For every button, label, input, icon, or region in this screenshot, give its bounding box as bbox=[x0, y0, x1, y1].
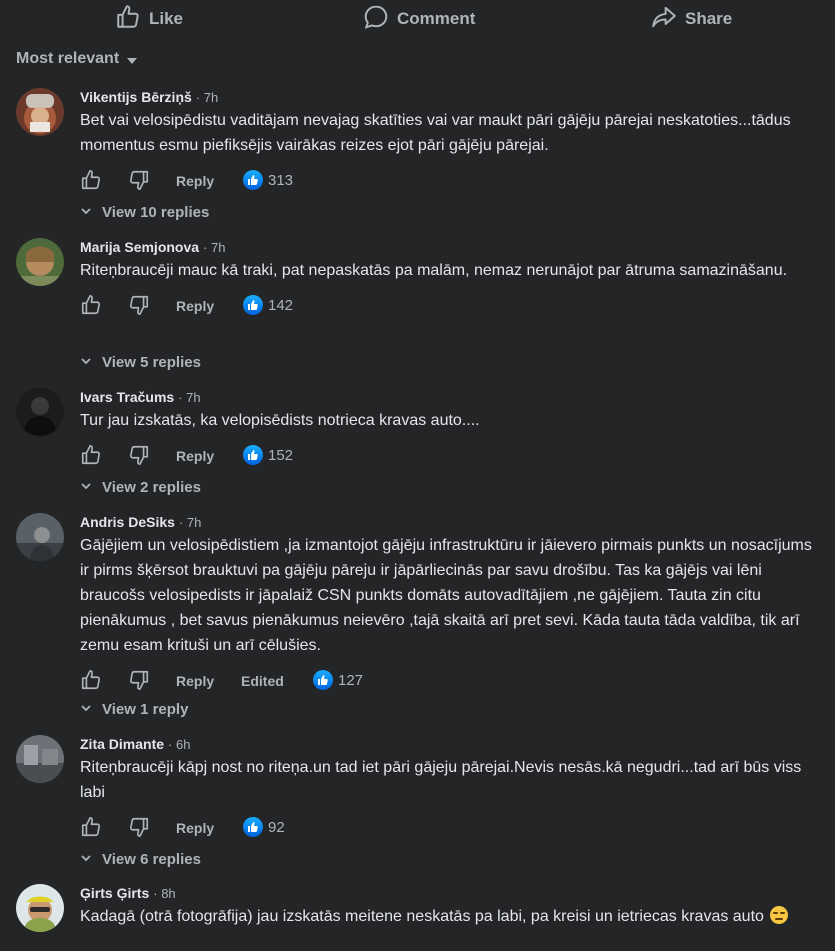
comment-text-content: Kadagā (otrā fotogrāfija) jau izskatās m… bbox=[80, 908, 764, 925]
reaction-count[interactable]: 92 bbox=[243, 817, 285, 837]
speech-bubble-icon bbox=[363, 4, 389, 35]
dislike-icon[interactable] bbox=[128, 816, 150, 838]
comment-text: Riteņbraucēji mauc kā traki, pat nepaska… bbox=[80, 262, 788, 279]
like-button[interactable]: Like bbox=[115, 4, 183, 34]
sort-label: Most relevant bbox=[16, 50, 120, 67]
like-label: Like bbox=[149, 9, 184, 28]
comment-time[interactable]: · 8h bbox=[153, 885, 175, 903]
reply-button[interactable]: Reply bbox=[176, 820, 214, 836]
reaction-number: 152 bbox=[268, 446, 294, 464]
post-action-bar: Like Comment Share bbox=[0, 0, 835, 40]
avatar[interactable] bbox=[16, 884, 64, 932]
thumbs-up-icon bbox=[115, 4, 141, 35]
comment-time[interactable]: · 7h bbox=[178, 389, 200, 407]
comment-author[interactable]: Ģirts Ģirts bbox=[80, 884, 149, 902]
dislike-icon[interactable] bbox=[128, 669, 150, 691]
comment-text: Riteņbraucēji kāpj nost no riteņa.un tad… bbox=[80, 759, 802, 801]
reaction-number: 127 bbox=[338, 671, 364, 689]
view-replies-button[interactable]: View 1 reply bbox=[80, 701, 188, 718]
like-reaction-icon bbox=[243, 445, 263, 465]
reaction-count[interactable]: 142 bbox=[243, 295, 293, 315]
view-replies-label: View 5 replies bbox=[102, 354, 201, 371]
reply-button[interactable]: Reply bbox=[176, 298, 214, 314]
chevron-down-icon bbox=[80, 354, 92, 371]
avatar[interactable] bbox=[16, 513, 64, 561]
comment-sort-dropdown[interactable]: Most relevant bbox=[16, 50, 138, 68]
chevron-down-icon bbox=[80, 479, 92, 496]
view-replies-button[interactable]: View 6 replies bbox=[80, 851, 201, 868]
share-arrow-icon bbox=[651, 4, 677, 35]
comment-text: Bet vai velosipēdistu vaditājam nevajag … bbox=[80, 112, 791, 154]
edited-label[interactable]: Edited bbox=[241, 673, 284, 689]
comment-author[interactable]: Andris DeSiks bbox=[80, 513, 175, 531]
reaction-count[interactable]: 152 bbox=[243, 445, 293, 465]
chevron-down-icon bbox=[80, 701, 92, 718]
reaction-number: 313 bbox=[268, 171, 294, 189]
reply-button[interactable]: Reply bbox=[176, 448, 214, 464]
comment-time[interactable]: · 6h bbox=[168, 736, 190, 754]
avatar[interactable] bbox=[16, 388, 64, 436]
avatar[interactable] bbox=[16, 238, 64, 286]
comment-time[interactable]: · 7h bbox=[179, 514, 201, 532]
like-icon[interactable] bbox=[80, 294, 102, 316]
comment-label: Comment bbox=[397, 9, 476, 28]
reply-button[interactable]: Reply bbox=[176, 173, 214, 189]
view-replies-label: View 10 replies bbox=[102, 204, 210, 221]
comment-text: Tur jau izskatās, ka velopisēdists notri… bbox=[80, 412, 480, 429]
like-reaction-icon bbox=[243, 817, 263, 837]
like-reaction-icon bbox=[313, 670, 333, 690]
reaction-number: 142 bbox=[268, 296, 294, 314]
chevron-down-icon bbox=[80, 851, 92, 868]
like-reaction-icon bbox=[243, 295, 263, 315]
reaction-count[interactable]: 127 bbox=[313, 670, 363, 690]
reply-button[interactable]: Reply bbox=[176, 673, 214, 689]
comment-author[interactable]: Zita Dimante bbox=[80, 735, 164, 753]
view-replies-button[interactable]: View 5 replies bbox=[80, 354, 201, 371]
like-icon[interactable] bbox=[80, 444, 102, 466]
avatar[interactable] bbox=[16, 735, 64, 783]
comment-author[interactable]: Vikentijs Bērziņš bbox=[80, 88, 192, 106]
comment-author[interactable]: Ivars Tračums bbox=[80, 388, 174, 406]
comment-author[interactable]: Marija Semjonova bbox=[80, 238, 199, 256]
reaction-number: 92 bbox=[268, 818, 285, 836]
comment-time[interactable]: · 7h bbox=[196, 89, 218, 107]
comment-text: Gājējiem un velosipēdistiem ,ja izmantoj… bbox=[80, 537, 812, 654]
dislike-icon[interactable] bbox=[128, 294, 150, 316]
comment-button[interactable]: Comment bbox=[363, 4, 475, 34]
chevron-down-icon bbox=[80, 204, 92, 221]
view-replies-button[interactable]: View 2 replies bbox=[80, 479, 201, 496]
comment-time[interactable]: · 7h bbox=[203, 239, 225, 257]
caret-down-icon bbox=[127, 57, 138, 64]
comment-text: Kadagā (otrā fotogrāfija) jau izskatās m… bbox=[80, 904, 820, 929]
view-replies-label: View 2 replies bbox=[102, 479, 201, 496]
share-button[interactable]: Share bbox=[651, 4, 732, 34]
dislike-icon[interactable] bbox=[128, 444, 150, 466]
view-replies-button[interactable]: View 10 replies bbox=[80, 204, 209, 221]
reaction-count[interactable]: 313 bbox=[243, 170, 293, 190]
dislike-icon[interactable] bbox=[128, 169, 150, 191]
expressionless-face-emoji-icon bbox=[770, 906, 789, 924]
like-icon[interactable] bbox=[80, 816, 102, 838]
share-label: Share bbox=[685, 9, 733, 28]
like-reaction-icon bbox=[243, 170, 263, 190]
view-replies-label: View 1 reply bbox=[102, 701, 189, 718]
avatar[interactable] bbox=[16, 88, 64, 136]
like-icon[interactable] bbox=[80, 669, 102, 691]
view-replies-label: View 6 replies bbox=[102, 851, 201, 868]
like-icon[interactable] bbox=[80, 169, 102, 191]
